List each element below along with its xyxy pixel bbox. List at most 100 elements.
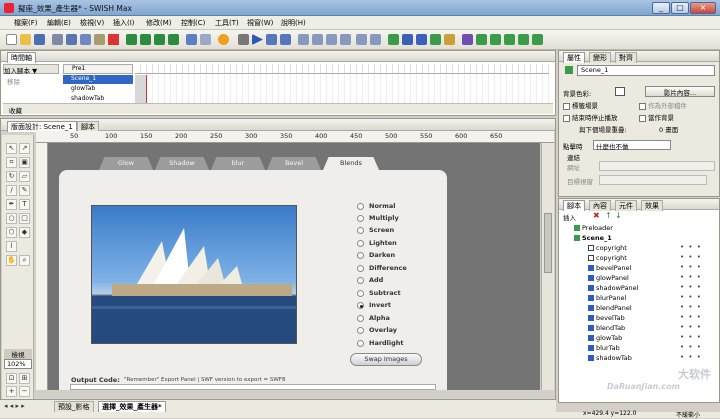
paste-icon[interactable] bbox=[94, 34, 105, 45]
target-field[interactable] bbox=[599, 175, 707, 185]
bg-color-swatch[interactable] bbox=[615, 87, 625, 96]
menu-modify[interactable]: 修改(M) bbox=[146, 18, 172, 28]
maximize-button[interactable]: □ bbox=[671, 2, 689, 14]
menu-edit[interactable]: 編輯(E) bbox=[47, 18, 71, 28]
scene-name-field[interactable]: Scene_1 bbox=[577, 65, 715, 76]
menu-view[interactable]: 檢視(V) bbox=[80, 18, 104, 28]
zoom-select[interactable]: 102% bbox=[4, 359, 32, 369]
transform-tool-icon[interactable]: ⌗ bbox=[6, 157, 17, 168]
tab-components[interactable]: 元件 bbox=[615, 200, 637, 211]
outline-item[interactable]: blendPanel bbox=[588, 304, 632, 312]
zoom-tool-icon[interactable]: ⌕ bbox=[19, 255, 30, 266]
line-tool-icon[interactable]: / bbox=[6, 185, 17, 196]
blend-radio[interactable] bbox=[357, 327, 364, 334]
menu-file[interactable]: 檔案(F) bbox=[14, 18, 38, 28]
outline-item[interactable]: blurPanel bbox=[588, 294, 626, 302]
blend-radio[interactable] bbox=[357, 203, 364, 210]
outline-item[interactable]: blendTab bbox=[588, 324, 625, 332]
tab-effects[interactable]: 效果 bbox=[641, 200, 663, 211]
external-file-checkbox[interactable]: 作為外部檔件 bbox=[639, 100, 687, 110]
stage-tab-blur[interactable]: blur bbox=[211, 157, 265, 170]
blend-radio[interactable] bbox=[357, 215, 364, 222]
move-down-icon[interactable]: ↓ bbox=[615, 211, 622, 220]
tab-nav-arrows[interactable]: ◂ ◂ ▸ ▸ bbox=[4, 402, 25, 410]
effect-4-icon[interactable] bbox=[518, 34, 529, 45]
menu-control[interactable]: 控制(C) bbox=[181, 18, 205, 28]
undo-icon[interactable] bbox=[186, 34, 197, 45]
reshape-tool-icon[interactable]: ↗ bbox=[19, 143, 30, 154]
first-frame-icon[interactable] bbox=[298, 34, 309, 45]
menu-tools[interactable]: 工具(T) bbox=[215, 18, 239, 28]
stage-tab-glow[interactable]: Glow bbox=[99, 157, 153, 170]
outline-item[interactable]: shadowTab bbox=[588, 354, 632, 362]
outline-item[interactable]: copyright bbox=[588, 244, 627, 252]
insert-menu[interactable]: 插入 bbox=[563, 212, 576, 222]
autoshape-tool-icon[interactable]: ⬡ bbox=[6, 227, 17, 238]
eyedropper-tool-icon[interactable]: ⌇ bbox=[6, 241, 17, 252]
doc-tab-active[interactable]: 選擇_效果_產生器* bbox=[98, 401, 166, 412]
cut-icon[interactable] bbox=[66, 34, 77, 45]
effect-1-icon[interactable] bbox=[476, 34, 487, 45]
visibility-dots[interactable]: • • • bbox=[680, 343, 702, 351]
copy-icon[interactable] bbox=[80, 34, 91, 45]
move-top-icon[interactable] bbox=[154, 34, 165, 45]
delete-icon[interactable]: ✖ bbox=[593, 211, 600, 220]
play-icon[interactable] bbox=[252, 34, 263, 45]
visibility-dots[interactable]: • • • bbox=[680, 323, 702, 331]
zoom-100-icon[interactable]: ⊞ bbox=[19, 373, 30, 384]
insert-sprite-icon[interactable] bbox=[402, 34, 413, 45]
opera-house-image[interactable] bbox=[91, 205, 297, 344]
outline-item[interactable]: bevelTab bbox=[588, 314, 625, 322]
outline-item[interactable]: blurTab bbox=[588, 344, 620, 352]
open-icon[interactable] bbox=[20, 34, 31, 45]
stop-at-end-checkbox[interactable]: 結束時停止播放 bbox=[563, 112, 618, 122]
outline-item[interactable]: copyright bbox=[588, 254, 627, 262]
next-frame-icon[interactable] bbox=[326, 34, 337, 45]
effect-5-icon[interactable] bbox=[532, 34, 543, 45]
tab-properties[interactable]: 屬性 bbox=[563, 52, 585, 63]
redo-icon[interactable] bbox=[200, 34, 211, 45]
pen-tool-icon[interactable]: ✒ bbox=[6, 199, 17, 210]
motion-path-tool-icon[interactable]: ◆ bbox=[19, 227, 30, 238]
effect-2-icon[interactable] bbox=[490, 34, 501, 45]
playhead[interactable] bbox=[135, 75, 147, 104]
insert-button-icon[interactable] bbox=[416, 34, 427, 45]
delete-icon[interactable] bbox=[108, 34, 119, 45]
movie-properties-button[interactable]: 影片內容... bbox=[645, 86, 715, 97]
blend-radio[interactable] bbox=[357, 277, 364, 284]
crop-tool-icon[interactable]: ▣ bbox=[19, 157, 30, 168]
timeline-row-glowtab[interactable]: glowTab bbox=[63, 85, 133, 94]
rotate-tool-icon[interactable]: ↻ bbox=[6, 171, 17, 182]
last-frame-icon[interactable] bbox=[340, 34, 351, 45]
select-tool-icon[interactable]: ↖ bbox=[6, 143, 17, 154]
new-file-icon[interactable] bbox=[6, 34, 17, 45]
play-frame-icon[interactable] bbox=[266, 34, 277, 45]
insert-sound-icon[interactable] bbox=[462, 34, 473, 45]
tab-content[interactable]: 內容 bbox=[589, 200, 611, 211]
visibility-dots[interactable]: • • • bbox=[680, 253, 702, 261]
outline-item[interactable]: bevelPanel bbox=[588, 264, 631, 272]
visibility-dots[interactable]: • • • bbox=[680, 243, 702, 251]
insert-group-icon[interactable] bbox=[430, 34, 441, 45]
step-back-icon[interactable] bbox=[370, 34, 381, 45]
text-tool-icon[interactable]: T bbox=[19, 199, 30, 210]
ellipse-tool-icon[interactable]: ○ bbox=[6, 213, 17, 224]
zoom-fit-icon[interactable]: ⊡ bbox=[6, 373, 17, 384]
save-icon[interactable] bbox=[34, 34, 45, 45]
frame-ruler[interactable] bbox=[135, 64, 549, 74]
overlap-value[interactable]: 0 畫面 bbox=[659, 124, 678, 134]
visibility-dots[interactable]: • • • bbox=[680, 263, 702, 271]
stage-tab-shadow[interactable]: Shadow bbox=[155, 157, 209, 170]
visibility-dots[interactable]: • • • bbox=[680, 313, 702, 321]
blend-radio[interactable] bbox=[357, 340, 364, 347]
prev-frame-icon[interactable] bbox=[312, 34, 323, 45]
visibility-dots[interactable]: • • • bbox=[680, 273, 702, 281]
collapse-label[interactable]: 收藏 bbox=[9, 105, 22, 115]
insert-image-icon[interactable] bbox=[444, 34, 455, 45]
frame-grid[interactable] bbox=[135, 75, 549, 104]
play-effect-icon[interactable] bbox=[280, 34, 291, 45]
menu-insert[interactable]: 插入(I) bbox=[113, 18, 135, 28]
move-bottom-icon[interactable] bbox=[168, 34, 179, 45]
as-background-checkbox[interactable]: 當作背景 bbox=[639, 112, 674, 122]
blend-radio[interactable] bbox=[357, 240, 364, 247]
